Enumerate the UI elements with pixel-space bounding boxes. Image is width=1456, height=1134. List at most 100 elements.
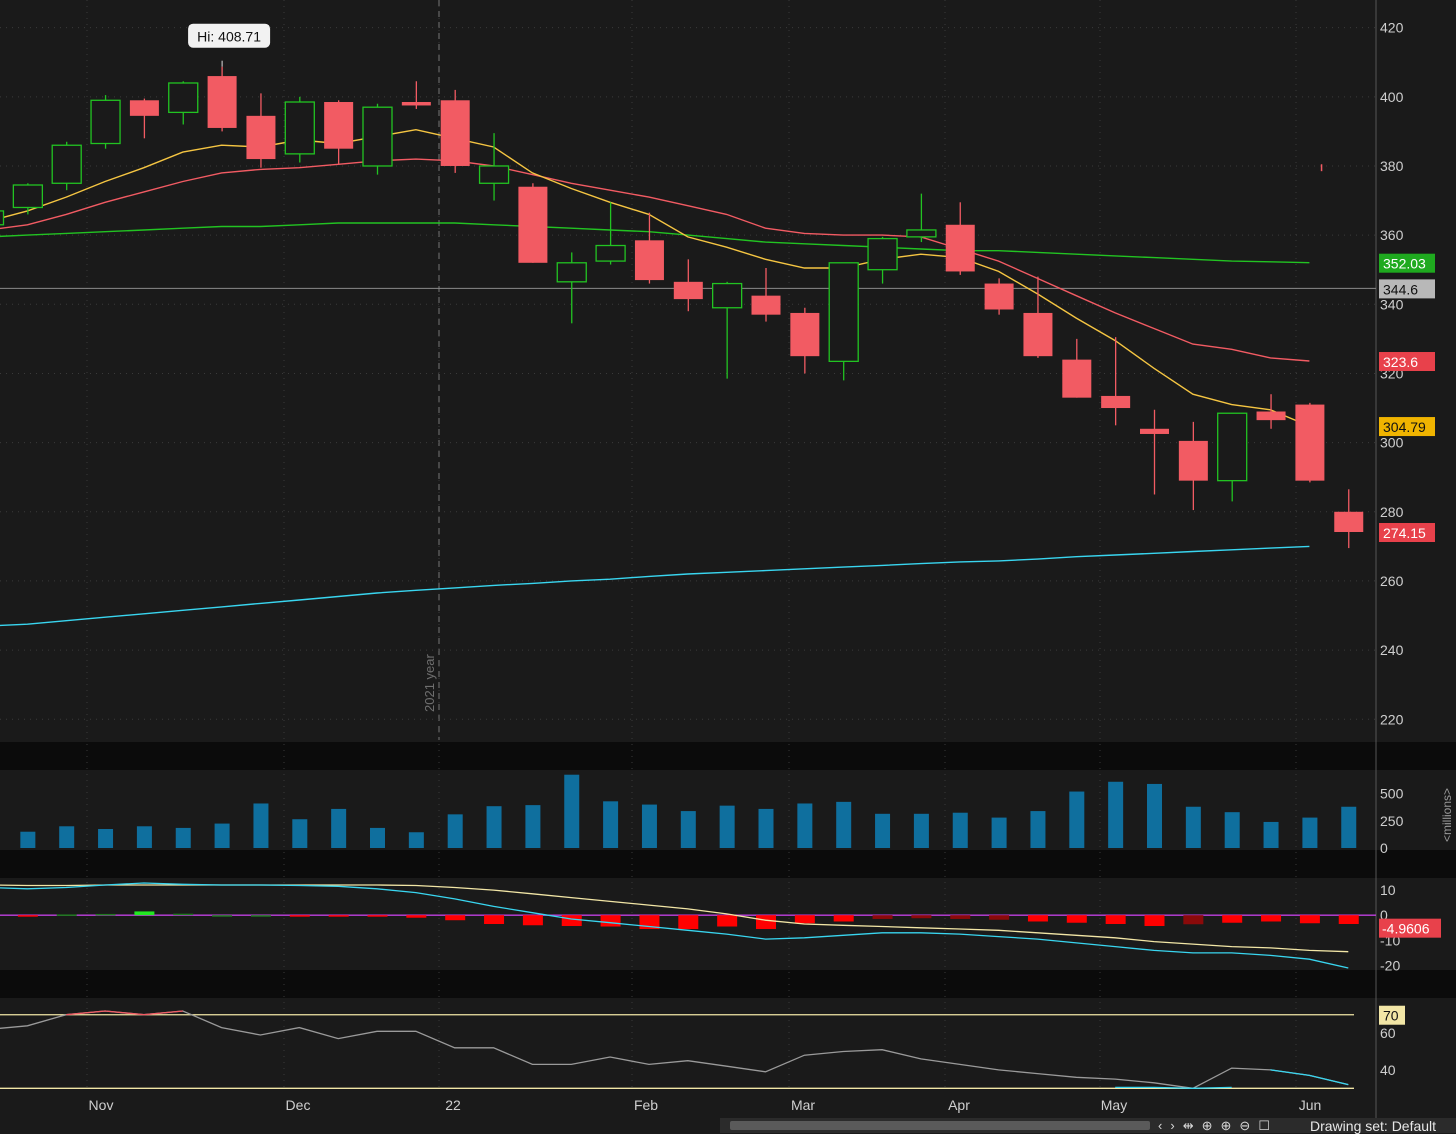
volume-bar	[1341, 806, 1357, 848]
volume-bar	[952, 812, 968, 848]
rsi-tick-label: 60	[1380, 1025, 1396, 1041]
candle-body-down	[1295, 404, 1325, 481]
price-tick-label: 240	[1380, 642, 1404, 658]
candle-body-down	[673, 281, 703, 300]
macd-histogram-bar	[950, 915, 971, 919]
macd-histogram-bar	[1183, 915, 1204, 925]
macd-histogram-bar	[95, 913, 116, 916]
volume-unit-label: <millions>	[1440, 788, 1454, 842]
candle-body-down	[129, 100, 159, 116]
volume-bar	[175, 827, 191, 848]
macd-histogram-bar	[173, 913, 194, 916]
x-tick-label: Feb	[634, 1097, 658, 1113]
panel-separator	[0, 850, 1456, 878]
candle-body-down	[401, 102, 431, 106]
hi-label: Hi: 408.71	[197, 29, 261, 45]
candle-body-up	[906, 229, 937, 238]
volume-bar	[1302, 817, 1318, 848]
sma-long-price-label: 352.03	[1383, 256, 1426, 272]
candle-body-up	[828, 262, 859, 363]
candle-body-up	[1217, 412, 1248, 482]
scroll-left-arrow-icon[interactable]: ‹	[1158, 1118, 1162, 1133]
zoom-out-icon[interactable]: ⊖	[1239, 1118, 1250, 1133]
macd-histogram-bar	[328, 915, 349, 917]
macd-histogram-bar	[911, 915, 932, 919]
macd-histogram-bar	[1144, 915, 1165, 927]
volume-bar	[447, 814, 463, 848]
x-tick-label: Dec	[286, 1097, 311, 1113]
zoom-in-icon[interactable]: ⊕	[1221, 1118, 1232, 1133]
drawing-set-label[interactable]: Drawing set: Default	[1310, 1118, 1436, 1134]
volume-bar	[680, 811, 696, 848]
volume-tick-label: 500	[1380, 786, 1404, 802]
candle-body-down	[246, 115, 276, 160]
volume-bar	[253, 803, 269, 848]
volume-bar	[525, 805, 541, 848]
crosshair-icon[interactable]: ⊕	[1202, 1118, 1213, 1133]
volume-bar	[719, 805, 735, 848]
candle-body-down	[207, 76, 237, 128]
candle-body-down	[518, 186, 548, 263]
macd-tick-label: -20	[1380, 957, 1400, 973]
price-tick-label: 400	[1380, 89, 1404, 105]
chart-background	[0, 0, 1456, 1133]
volume-bar	[1185, 806, 1201, 848]
candle-body-up	[595, 244, 626, 262]
chart-root: 2021 year Hi: 408.71 Nov Dec 22 Feb Mar Apr Ma…	[0, 0, 1456, 1133]
macd-histogram-bar	[212, 915, 233, 917]
candle-body-up	[0, 210, 5, 226]
macd-histogram-bar	[406, 915, 427, 918]
candle-body-down	[324, 102, 354, 149]
macd-tick-label: 10	[1380, 882, 1396, 898]
candle-body-down	[1140, 428, 1169, 434]
macd-histogram-bar	[445, 915, 466, 921]
volume-tick-label: 0	[1380, 840, 1388, 856]
macd-histogram-bar	[522, 915, 543, 926]
volume-bar	[1069, 791, 1085, 848]
candle-body-up	[12, 184, 44, 209]
candle-body-down	[1178, 440, 1208, 481]
last-price-label: 274.15	[1383, 525, 1426, 541]
candle-body-up	[362, 106, 393, 167]
candle-body-up	[284, 101, 315, 155]
macd-histogram-bar	[600, 915, 621, 927]
price-tick-label: 220	[1380, 711, 1404, 727]
panel-separator	[0, 742, 1456, 770]
price-tick-label: 360	[1380, 227, 1404, 243]
macd-histogram-bar	[872, 915, 893, 919]
volume-bar	[136, 826, 152, 848]
chart-style-icon[interactable]: ⇹	[1183, 1118, 1194, 1133]
macd-histogram-bar	[367, 915, 388, 917]
ema-mid-price-label: 323.6	[1383, 354, 1418, 370]
candle-body-up	[90, 99, 121, 145]
candle-body-up	[168, 82, 199, 114]
volume-bar	[1147, 783, 1162, 848]
macd-histogram-bar	[794, 915, 815, 924]
macd-histogram-bar	[289, 915, 310, 917]
volume-bar	[1224, 812, 1240, 848]
volume-bar	[603, 801, 619, 848]
macd-histogram-bar	[1222, 915, 1243, 923]
crosshair-price-label: 344.6	[1383, 281, 1418, 297]
volume-bar	[991, 817, 1007, 848]
price-tick-label: 420	[1380, 20, 1404, 36]
ema-fast-price-label: 304.79	[1383, 419, 1426, 435]
macd-histogram-bar	[1338, 915, 1359, 924]
volume-bar	[20, 831, 36, 848]
candle-body-down	[1334, 511, 1364, 533]
candle-body-up	[556, 262, 587, 283]
macd-histogram-bar	[833, 915, 854, 922]
macd-histogram-bar	[561, 915, 582, 927]
macd-histogram-bar	[756, 915, 776, 930]
x-tick-label: Apr	[948, 1097, 970, 1113]
candle-body-down	[634, 240, 664, 281]
drawing-icon[interactable]: ☐	[1258, 1118, 1270, 1133]
scroll-right-arrow-icon[interactable]: ›	[1170, 1118, 1174, 1133]
volume-bar	[836, 801, 852, 848]
volume-bar	[913, 813, 929, 848]
scroll-thumb[interactable]	[730, 1121, 1150, 1130]
macd-histogram-bar	[989, 915, 1010, 920]
candle-body-down	[790, 312, 820, 357]
volume-bar	[797, 803, 813, 848]
volume-bar	[875, 813, 891, 848]
